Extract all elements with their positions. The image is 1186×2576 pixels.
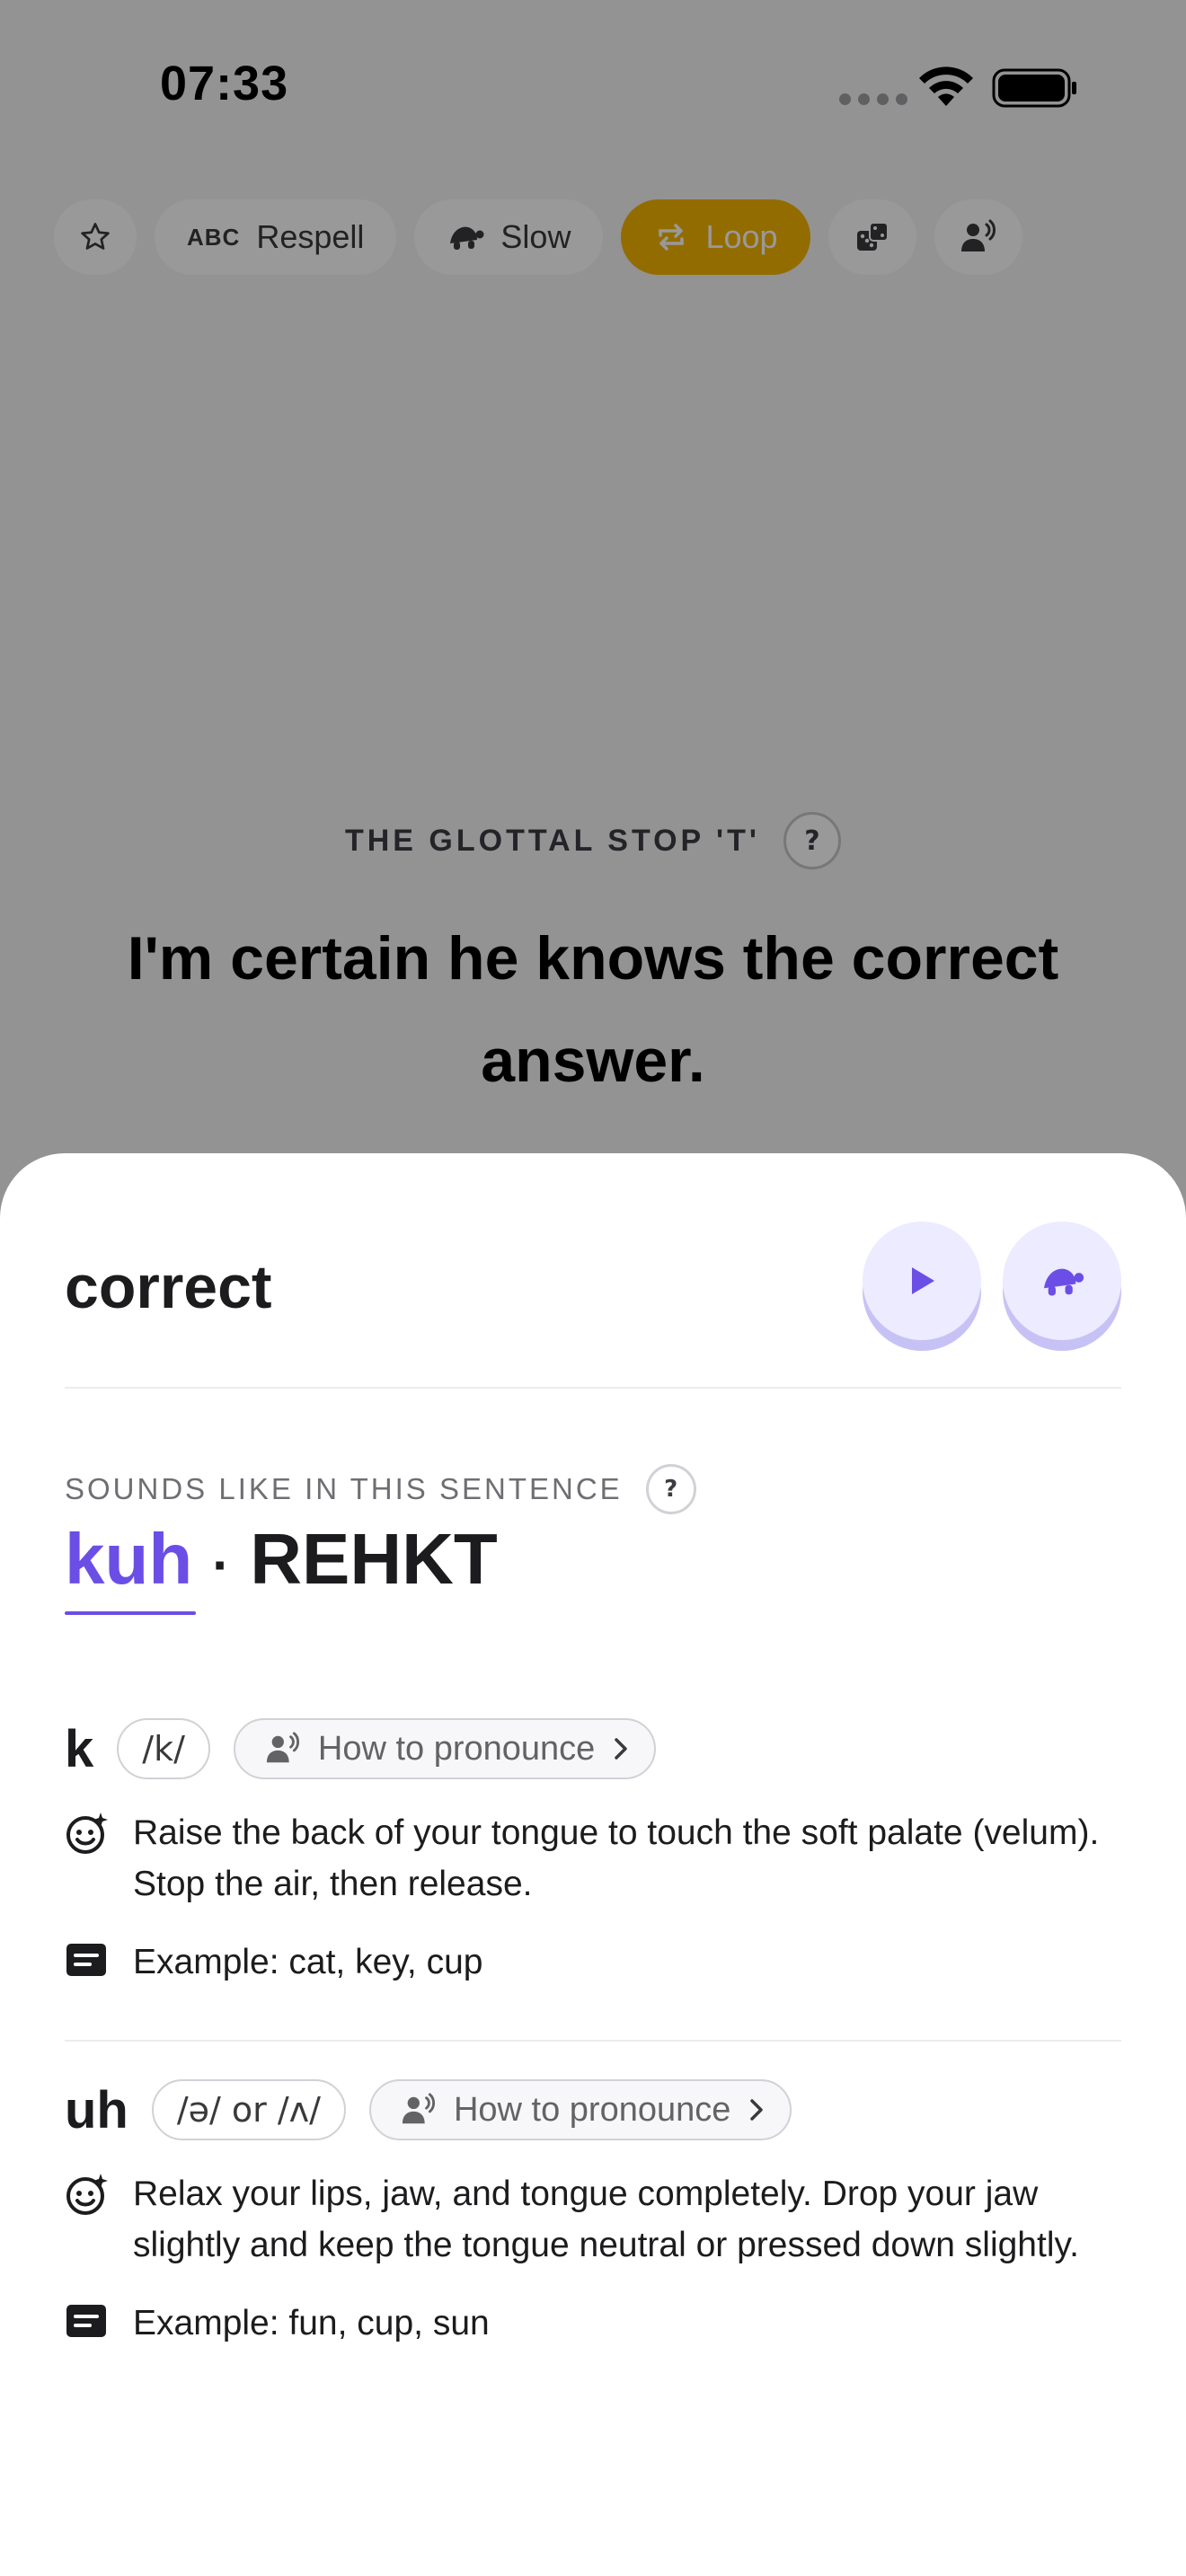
sounds-like-header: SOUNDS LIKE IN THIS SENTENCE ? xyxy=(65,1464,696,1514)
syllable-separator: · xyxy=(212,1535,231,1595)
phoneme-item: uh /ə/ or /ʌ/ How to pronounce Relax you… xyxy=(65,2078,1125,2349)
how-to-pronounce-button[interactable]: How to pronounce xyxy=(368,2079,792,2140)
how-to-pronounce-label: How to pronounce xyxy=(317,1729,596,1768)
chevron-right-icon xyxy=(615,1738,628,1760)
play-button[interactable] xyxy=(863,1222,981,1340)
speaking-person-icon xyxy=(266,1732,299,1763)
how-to-pronounce-button[interactable]: How to pronounce xyxy=(233,1718,657,1779)
turtle-icon xyxy=(1044,1268,1084,1296)
example-card-icon xyxy=(66,1944,106,1976)
selected-word: correct xyxy=(65,1253,272,1321)
chevron-right-icon xyxy=(750,2099,764,2121)
divider xyxy=(65,2040,1121,2042)
respelling: kuh · REHKT xyxy=(65,1518,498,1615)
how-to-pronounce-label: How to pronounce xyxy=(453,2090,731,2129)
phoneme-ipa: /ə/ or /ʌ/ xyxy=(151,2079,346,2140)
phoneme-instruction: Relax your lips, jaw, and tongue complet… xyxy=(133,2175,1079,2264)
slow-play-button[interactable] xyxy=(1003,1222,1121,1340)
respelling-syllable[interactable]: REHKT xyxy=(250,1518,498,1601)
phoneme-letter: k xyxy=(65,1719,94,1778)
phoneme-example: Example: cat, key, cup xyxy=(133,1943,483,1981)
speaking-person-icon xyxy=(402,2093,436,2124)
smiling-face-icon xyxy=(66,2174,108,2215)
phoneme-item: k /k/ How to pronounce Raise the back of… xyxy=(65,1717,1125,1988)
phoneme-letter: uh xyxy=(65,2080,128,2139)
play-icon xyxy=(912,1267,934,1294)
example-card-icon xyxy=(66,2305,106,2337)
word-detail-sheet: correct SOUNDS LIKE IN THIS SENTENCE ? k… xyxy=(0,1153,1186,2576)
phoneme-ipa: /k/ xyxy=(117,1718,210,1779)
smiling-face-icon xyxy=(66,1813,108,1854)
phoneme-instruction: Raise the back of your tongue to touch t… xyxy=(133,1813,1100,1903)
divider xyxy=(65,1387,1121,1389)
phoneme-example: Example: fun, cup, sun xyxy=(133,2304,490,2342)
sounds-like-help-button[interactable]: ? xyxy=(645,1464,696,1514)
sounds-like-label: SOUNDS LIKE IN THIS SENTENCE xyxy=(65,1472,623,1505)
respelling-syllable-active[interactable]: kuh xyxy=(65,1518,197,1615)
